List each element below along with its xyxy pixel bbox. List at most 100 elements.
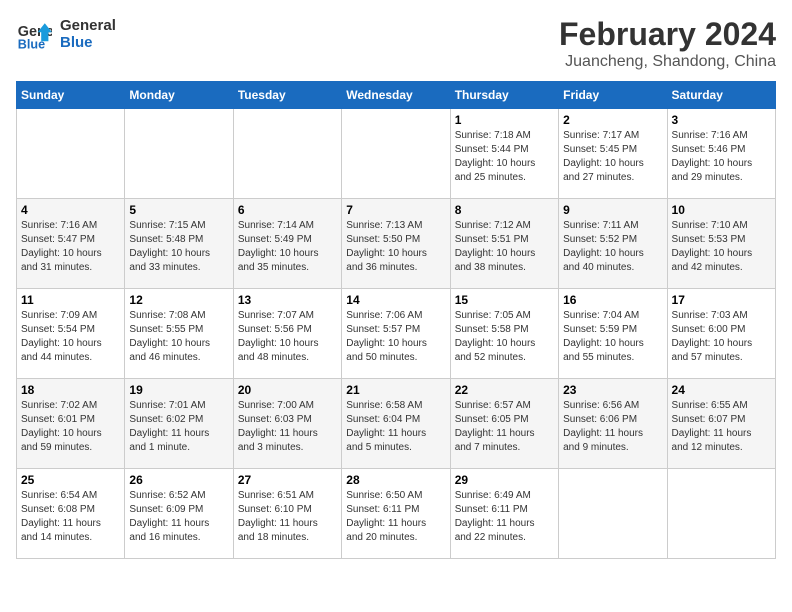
logo-blue: Blue (60, 34, 116, 51)
day-info: Sunrise: 6:51 AM Sunset: 6:10 PM Dayligh… (238, 489, 337, 545)
day-number: 23 (563, 383, 662, 397)
month-title: February 2024 (559, 16, 776, 53)
day-info: Sunrise: 7:01 AM Sunset: 6:02 PM Dayligh… (129, 399, 228, 455)
day-info: Sunrise: 6:49 AM Sunset: 6:11 PM Dayligh… (455, 489, 554, 545)
day-info: Sunrise: 7:02 AM Sunset: 6:01 PM Dayligh… (21, 399, 120, 455)
day-header-tuesday: Tuesday (233, 82, 341, 109)
day-info: Sunrise: 6:54 AM Sunset: 6:08 PM Dayligh… (21, 489, 120, 545)
day-info: Sunrise: 7:10 AM Sunset: 5:53 PM Dayligh… (672, 219, 771, 275)
day-number: 14 (346, 293, 445, 307)
day-info: Sunrise: 7:16 AM Sunset: 5:46 PM Dayligh… (672, 129, 771, 185)
calendar-cell: 20 Sunrise: 7:00 AM Sunset: 6:03 PM Dayli… (233, 379, 341, 469)
day-number: 3 (672, 113, 771, 127)
day-number: 29 (455, 473, 554, 487)
day-info: Sunrise: 7:03 AM Sunset: 6:00 PM Dayligh… (672, 309, 771, 365)
location-title: Juancheng, Shandong, China (559, 53, 776, 71)
day-info: Sunrise: 7:13 AM Sunset: 5:50 PM Dayligh… (346, 219, 445, 275)
calendar-cell: 23 Sunrise: 6:56 AM Sunset: 6:06 PM Dayli… (559, 379, 667, 469)
day-header-sunday: Sunday (17, 82, 125, 109)
calendar-cell (667, 469, 775, 559)
title-block: February 2024 Juancheng, Shandong, China (559, 16, 776, 71)
calendar-cell: 19 Sunrise: 7:01 AM Sunset: 6:02 PM Dayli… (125, 379, 233, 469)
day-header-monday: Monday (125, 82, 233, 109)
week-row-2: 4 Sunrise: 7:16 AM Sunset: 5:47 PM Daylig… (17, 199, 776, 289)
day-number: 24 (672, 383, 771, 397)
day-number: 2 (563, 113, 662, 127)
calendar-cell: 25Sunrise: 6:54 AM Sunset: 6:08 PM Dayli… (17, 469, 125, 559)
calendar-cell: 16Sunrise: 7:04 AM Sunset: 5:59 PM Dayli… (559, 289, 667, 379)
calendar-cell: 21 Sunrise: 6:58 AM Sunset: 6:04 PM Dayli… (342, 379, 450, 469)
day-number: 9 (563, 203, 662, 217)
day-number: 12 (129, 293, 228, 307)
day-number: 22 (455, 383, 554, 397)
calendar-cell: 8Sunrise: 7:12 AM Sunset: 5:51 PM Daylig… (450, 199, 558, 289)
day-number: 6 (238, 203, 337, 217)
calendar-cell: 9 Sunrise: 7:11 AM Sunset: 5:52 PM Daylig… (559, 199, 667, 289)
day-info: Sunrise: 7:14 AM Sunset: 5:49 PM Dayligh… (238, 219, 337, 275)
day-number: 28 (346, 473, 445, 487)
day-number: 7 (346, 203, 445, 217)
day-number: 4 (21, 203, 120, 217)
calendar-cell: 7 Sunrise: 7:13 AM Sunset: 5:50 PM Daylig… (342, 199, 450, 289)
day-info: Sunrise: 6:52 AM Sunset: 6:09 PM Dayligh… (129, 489, 228, 545)
day-info: Sunrise: 7:06 AM Sunset: 5:57 PM Dayligh… (346, 309, 445, 365)
day-header-wednesday: Wednesday (342, 82, 450, 109)
calendar-cell: 13Sunrise: 7:07 AM Sunset: 5:56 PM Dayli… (233, 289, 341, 379)
day-info: Sunrise: 6:50 AM Sunset: 6:11 PM Dayligh… (346, 489, 445, 545)
calendar-cell: 28 Sunrise: 6:50 AM Sunset: 6:11 PM Dayli… (342, 469, 450, 559)
day-info: Sunrise: 7:07 AM Sunset: 5:56 PM Dayligh… (238, 309, 337, 365)
calendar-cell: 27 Sunrise: 6:51 AM Sunset: 6:10 PM Dayli… (233, 469, 341, 559)
calendar-cell (559, 469, 667, 559)
svg-text:Blue: Blue (18, 37, 45, 51)
calendar-table: SundayMondayTuesdayWednesdayThursdayFrid… (16, 81, 776, 559)
day-number: 15 (455, 293, 554, 307)
calendar-cell: 18 Sunrise: 7:02 AM Sunset: 6:01 PM Dayli… (17, 379, 125, 469)
day-header-friday: Friday (559, 82, 667, 109)
day-info: Sunrise: 6:57 AM Sunset: 6:05 PM Dayligh… (455, 399, 554, 455)
day-info: Sunrise: 6:55 AM Sunset: 6:07 PM Dayligh… (672, 399, 771, 455)
calendar-cell: 26Sunrise: 6:52 AM Sunset: 6:09 PM Dayli… (125, 469, 233, 559)
calendar-cell: 11 Sunrise: 7:09 AM Sunset: 5:54 PM Dayli… (17, 289, 125, 379)
calendar-cell (125, 109, 233, 199)
calendar-cell: 5Sunrise: 7:15 AM Sunset: 5:48 PM Daylig… (125, 199, 233, 289)
day-info: Sunrise: 7:15 AM Sunset: 5:48 PM Dayligh… (129, 219, 228, 275)
week-row-3: 11 Sunrise: 7:09 AM Sunset: 5:54 PM Dayli… (17, 289, 776, 379)
calendar-cell: 17 Sunrise: 7:03 AM Sunset: 6:00 PM Dayli… (667, 289, 775, 379)
day-info: Sunrise: 7:17 AM Sunset: 5:45 PM Dayligh… (563, 129, 662, 185)
day-header-saturday: Saturday (667, 82, 775, 109)
calendar-cell: 22 Sunrise: 6:57 AM Sunset: 6:05 PM Dayli… (450, 379, 558, 469)
day-info: Sunrise: 7:08 AM Sunset: 5:55 PM Dayligh… (129, 309, 228, 365)
calendar-cell: 24 Sunrise: 6:55 AM Sunset: 6:07 PM Dayli… (667, 379, 775, 469)
day-number: 1 (455, 113, 554, 127)
day-info: Sunrise: 7:18 AM Sunset: 5:44 PM Dayligh… (455, 129, 554, 185)
day-number: 27 (238, 473, 337, 487)
day-number: 8 (455, 203, 554, 217)
day-number: 17 (672, 293, 771, 307)
calendar-cell: 1 Sunrise: 7:18 AM Sunset: 5:44 PM Daylig… (450, 109, 558, 199)
calendar-body: 1 Sunrise: 7:18 AM Sunset: 5:44 PM Daylig… (17, 109, 776, 559)
day-info: Sunrise: 6:58 AM Sunset: 6:04 PM Dayligh… (346, 399, 445, 455)
week-row-4: 18 Sunrise: 7:02 AM Sunset: 6:01 PM Dayli… (17, 379, 776, 469)
day-info: Sunrise: 7:11 AM Sunset: 5:52 PM Dayligh… (563, 219, 662, 275)
day-info: Sunrise: 7:00 AM Sunset: 6:03 PM Dayligh… (238, 399, 337, 455)
day-info: Sunrise: 7:05 AM Sunset: 5:58 PM Dayligh… (455, 309, 554, 365)
calendar-cell: 10Sunrise: 7:10 AM Sunset: 5:53 PM Dayli… (667, 199, 775, 289)
day-info: Sunrise: 7:09 AM Sunset: 5:54 PM Dayligh… (21, 309, 120, 365)
day-number: 19 (129, 383, 228, 397)
calendar-cell: 14 Sunrise: 7:06 AM Sunset: 5:57 PM Dayli… (342, 289, 450, 379)
day-number: 21 (346, 383, 445, 397)
week-row-1: 1 Sunrise: 7:18 AM Sunset: 5:44 PM Daylig… (17, 109, 776, 199)
calendar-header-row: SundayMondayTuesdayWednesdayThursdayFrid… (17, 82, 776, 109)
day-info: Sunrise: 6:56 AM Sunset: 6:06 PM Dayligh… (563, 399, 662, 455)
day-number: 11 (21, 293, 120, 307)
day-number: 20 (238, 383, 337, 397)
calendar-cell: 6 Sunrise: 7:14 AM Sunset: 5:49 PM Daylig… (233, 199, 341, 289)
calendar-cell: 4 Sunrise: 7:16 AM Sunset: 5:47 PM Daylig… (17, 199, 125, 289)
day-info: Sunrise: 7:16 AM Sunset: 5:47 PM Dayligh… (21, 219, 120, 275)
calendar-cell (17, 109, 125, 199)
calendar-cell: 12 Sunrise: 7:08 AM Sunset: 5:55 PM Dayli… (125, 289, 233, 379)
day-number: 18 (21, 383, 120, 397)
day-header-thursday: Thursday (450, 82, 558, 109)
calendar-cell: 29 Sunrise: 6:49 AM Sunset: 6:11 PM Dayli… (450, 469, 558, 559)
logo: General Blue General Blue (16, 16, 116, 52)
